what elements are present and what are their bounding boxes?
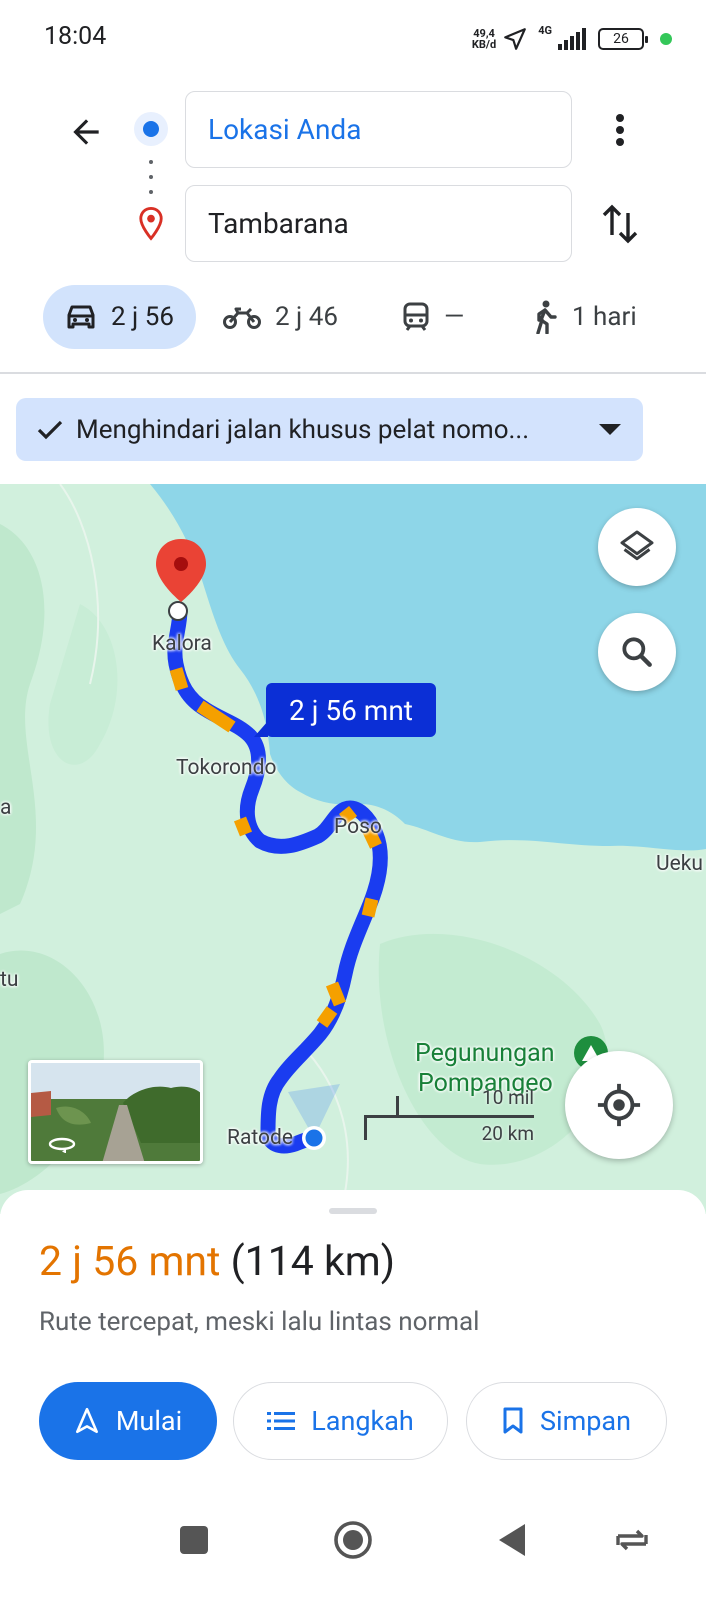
route-options-chip[interactable]: Menghindari jalan khusus pelat nomo...: [16, 398, 643, 461]
search-icon: [622, 637, 652, 667]
privacy-dot: [660, 33, 672, 45]
signal-icon: [558, 28, 586, 50]
destination-pin-icon: [139, 206, 163, 241]
motorcycle-icon: [223, 307, 261, 329]
travel-modes: 2 j 56 2 j 46 — 1 hari: [0, 285, 720, 349]
sheet-drag-handle[interactable]: [329, 1208, 377, 1214]
route-summary: 2 j 56 mnt (114 km): [39, 1238, 395, 1286]
status-bar: 18:04 49,4 KB/d 4G 26: [0, 0, 720, 76]
back-button[interactable]: [62, 108, 110, 156]
360-view-icon: [48, 1137, 76, 1153]
home-button[interactable]: [331, 1518, 375, 1562]
car-icon: [67, 305, 95, 329]
rotate-button[interactable]: [610, 1518, 654, 1562]
place-label-partial-a: a: [0, 796, 12, 820]
place-label-kalora[interactable]: Kalora: [152, 632, 212, 656]
back-nav-button[interactable]: [490, 1518, 534, 1562]
more-options-button[interactable]: [598, 106, 642, 154]
walk-icon: [536, 300, 557, 334]
eta-callout[interactable]: 2 j 56 mnt: [254, 683, 436, 737]
list-icon: [267, 1412, 296, 1430]
square-icon: [180, 1526, 208, 1554]
save-button[interactable]: Simpan: [466, 1382, 667, 1460]
network-type: 4G: [538, 24, 552, 37]
network-speed: 49,4 KB/d: [471, 27, 497, 51]
layers-button[interactable]: [598, 508, 676, 586]
place-label-poso[interactable]: Poso: [334, 815, 382, 839]
mode-walk[interactable]: 1 hari: [532, 285, 637, 349]
my-location-icon: [597, 1083, 641, 1127]
transit-icon: [403, 302, 429, 331]
scale-imperial: 10 mil: [482, 1086, 534, 1109]
place-label-tokorondo[interactable]: Tokorondo: [176, 756, 276, 780]
arrow-back-icon: [73, 119, 99, 145]
dropdown-caret-icon: [599, 424, 621, 435]
mode-transit[interactable]: —: [402, 285, 464, 349]
route-connector: [148, 160, 154, 194]
navigation-icon: [75, 1407, 98, 1434]
place-label-partial-tu: tu: [0, 968, 19, 992]
divider: [0, 372, 706, 374]
map-scale: 10 mil 20 km: [364, 1086, 534, 1145]
start-button[interactable]: Mulai: [39, 1382, 217, 1460]
route-description: Rute tercepat, meski lalu lintas normal: [39, 1307, 480, 1337]
location-arrow-icon: [504, 28, 527, 50]
route-distance: (114 km): [230, 1238, 395, 1286]
mode-motorcycle[interactable]: 2 j 46: [223, 285, 338, 349]
place-label-pegunungan[interactable]: Pegunungan: [415, 1039, 555, 1068]
bookmark-icon: [503, 1407, 523, 1434]
status-time: 18:04: [44, 22, 107, 51]
mode-drive[interactable]: 2 j 56: [43, 285, 196, 349]
recents-button[interactable]: [172, 1518, 216, 1562]
origin-field[interactable]: Lokasi Anda: [185, 91, 572, 168]
status-icons: 49,4 KB/d 4G 26: [472, 24, 672, 54]
street-view-thumbnail[interactable]: [28, 1060, 203, 1164]
system-navigation-bar: [0, 1490, 720, 1600]
home-circle-icon: [334, 1521, 372, 1559]
swap-button[interactable]: [598, 200, 642, 248]
place-label-ueku[interactable]: Ueku: [656, 852, 703, 876]
layers-icon: [620, 530, 654, 561]
destination-field[interactable]: Tambarana: [185, 185, 572, 262]
origin-dot-icon: [134, 112, 168, 146]
search-along-route-button[interactable]: [598, 613, 676, 691]
scale-metric: 20 km: [481, 1122, 534, 1145]
swap-vert-icon: [602, 204, 638, 244]
rotate-icon: [616, 1529, 648, 1551]
steps-button[interactable]: Langkah: [233, 1382, 448, 1460]
check-icon: [37, 420, 63, 439]
route-summary-sheet: 2 j 56 mnt (114 km) Rute tercepat, meski…: [0, 1190, 706, 1490]
more-vert-icon: [616, 114, 624, 146]
triangle-back-icon: [499, 1524, 525, 1556]
place-label-ratode[interactable]: Ratode: [227, 1126, 293, 1150]
route-duration: 2 j 56 mnt: [39, 1238, 221, 1286]
battery-icon: 26: [598, 28, 648, 50]
my-location-button[interactable]: [565, 1051, 673, 1159]
